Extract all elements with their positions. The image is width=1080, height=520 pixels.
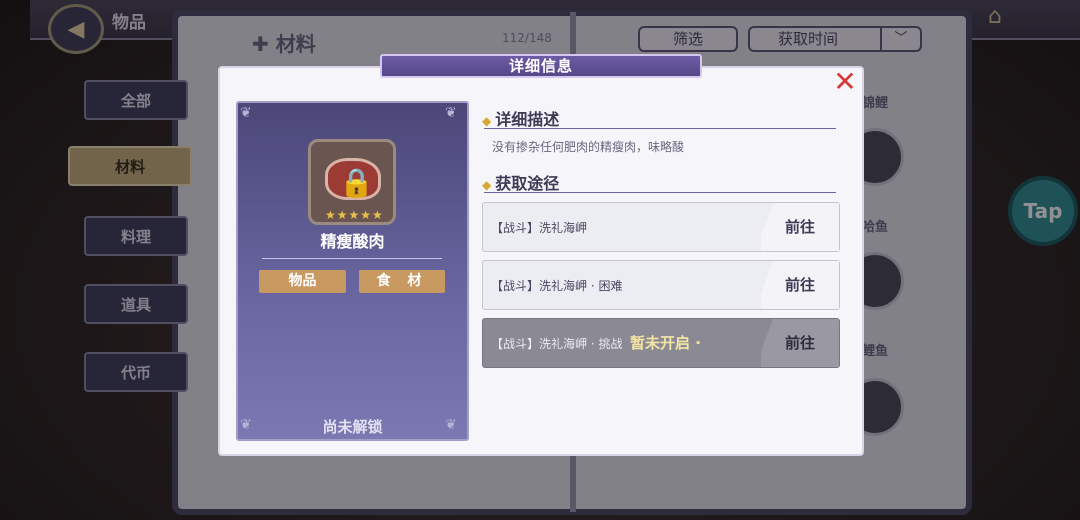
description-heading: ◆ 详细描述 (482, 110, 560, 129)
section-divider (484, 192, 836, 193)
ornament-icon: ❦ (445, 105, 457, 121)
close-icon: ✕ (833, 65, 857, 98)
go-button[interactable]: 前往 (761, 261, 839, 309)
not-open-status: 暂未开启 · (630, 334, 701, 352)
close-button[interactable]: ✕ (832, 68, 858, 96)
ornament-icon: ❦ (240, 105, 252, 121)
item-description: 没有掺杂任何肥肉的精瘦肉，味略酸 (492, 140, 685, 154)
locked-status: 尚未解锁 (322, 418, 383, 436)
sources-heading: ◆ 获取途径 (482, 174, 560, 193)
modal-title: 详细信息 (380, 54, 702, 78)
diamond-icon: ◆ (482, 178, 492, 192)
lock-icon: 🔒 (339, 166, 374, 199)
card-divider (262, 258, 442, 259)
item-icon: 🔒 ★★★★★ (308, 139, 396, 225)
source-label: 【战斗】洗礼海岬 · 挑战 (491, 337, 623, 351)
go-button[interactable]: 前往 (761, 203, 839, 251)
item-subtype-tag: 食 材 (359, 270, 445, 293)
diamond-icon: ◆ (482, 114, 492, 128)
source-label: 【战斗】洗礼海岬 · 困难 (491, 279, 623, 293)
item-type-tag: 物品 (259, 270, 346, 293)
item-name: 精瘦酸肉 (320, 232, 385, 251)
source-label: 【战斗】洗礼海岬 (491, 221, 588, 235)
go-button: 前往 (761, 319, 839, 367)
source-row: 【战斗】洗礼海岬 · 困难 前往 (482, 260, 840, 310)
source-row: 【战斗】洗礼海岬 前往 (482, 202, 840, 252)
star-rating: ★★★★★ (325, 208, 384, 222)
section-divider (484, 128, 836, 129)
